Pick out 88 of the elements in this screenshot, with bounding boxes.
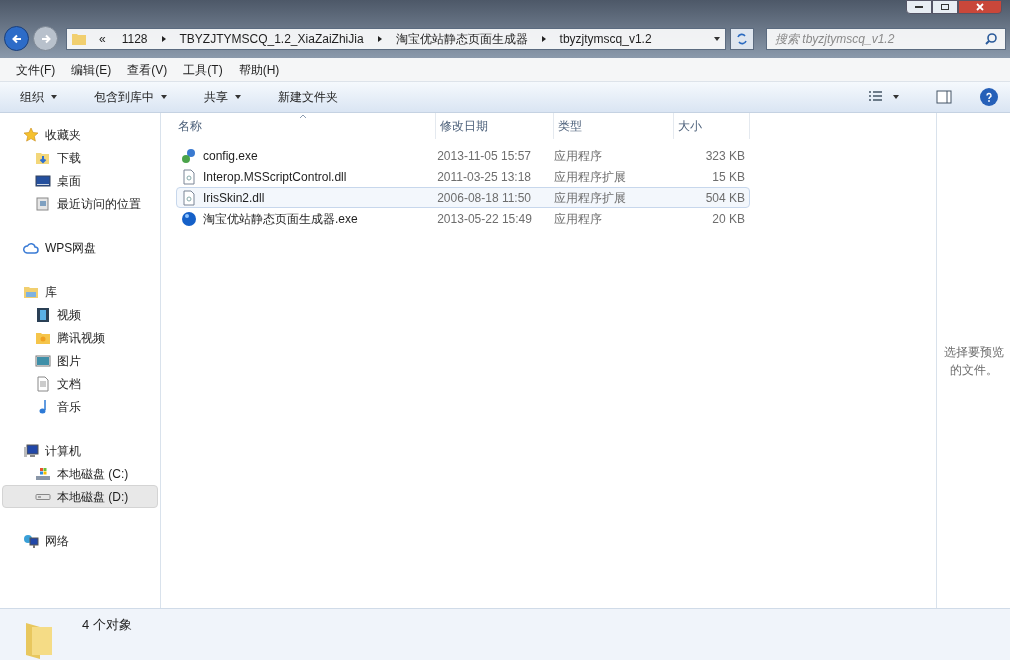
pane-icon [936,89,952,105]
system-drive-icon [35,465,51,482]
help-button[interactable] [980,88,998,106]
navigation-item[interactable]: 本地磁盘 (C:) [2,462,158,485]
navigation-item[interactable]: 本地磁盘 (D:) [2,485,158,508]
file-row[interactable]: config.exe 2013-11-05 15:57 应用程序 323 KB [176,145,750,166]
toolbar-button[interactable]: 共享 [196,88,250,106]
menu-item[interactable]: 编辑(E) [63,60,120,79]
column-header[interactable]: 修改日期 [436,113,554,139]
size-cell-text: 323 KB [704,147,746,165]
file-name: config.exe [203,147,258,165]
maximize-button[interactable] [932,0,958,14]
breadcrumb[interactable]: tbyzjtymscq_v1.2 [555,29,656,48]
arrow-left-icon [10,32,23,45]
file-row[interactable]: Interop.MSScriptControl.dll 2011-03-25 13:18 应用程序扩展 15 KB [176,166,750,187]
menu-item[interactable]: 帮助(H) [230,60,288,79]
date-cell-text: 2011-03-25 13:18 [437,168,533,186]
refresh-button[interactable] [730,27,754,50]
breadcrumb[interactable]: 1128 [117,29,152,48]
navigation-item[interactable]: 图片 [2,349,158,372]
caret-icon [713,36,721,41]
navigation-item[interactable]: 计算机 [2,439,158,462]
navigation-item[interactable]: 视频 [2,303,158,326]
navigation-item[interactable]: WPS网盘 [2,236,158,259]
refresh-icon [735,31,749,46]
close-button[interactable] [958,0,1002,14]
item-count: 4 个对象 [82,616,132,634]
network-icon [23,532,39,549]
type-cell-text: 应用程序 [554,210,604,228]
menu-item[interactable]: 工具(T) [175,60,231,79]
recent-places-icon [35,195,51,212]
type-cell-text: 应用程序扩展 [554,168,628,186]
file-name: IrisSkin2.dll [203,189,265,207]
arrow-right-icon [39,32,52,45]
toolbar-button[interactable]: 新建文件夹 [270,88,346,106]
picture-icon [35,352,51,369]
forward-button[interactable] [33,26,58,51]
date-cell-text: 2013-05-22 15:49 [437,210,533,228]
monitor-icon [35,172,51,189]
toolbar-button[interactable]: 组织 [12,88,66,106]
breadcrumb[interactable]: TBYZJTYMSCQ_1.2_XiaZaiZhiJia [175,29,368,48]
menu-item[interactable]: 文件(F) [8,60,64,79]
breadcrumb[interactable]: « [95,29,110,48]
navigation-item[interactable]: 收藏夹 [2,123,158,146]
type-cell-text: 应用程序 [554,147,604,165]
close-icon [976,3,984,11]
type-cell-text: 应用程序扩展 [554,189,628,207]
file-row[interactable]: IrisSkin2.dll 2006-08-18 11:50 应用程序扩展 504 KB [176,187,750,208]
size-cell-text: 504 KB [704,189,746,207]
menu-item[interactable]: 查看(V) [119,60,176,79]
file-icon [181,168,197,185]
chevron-right-icon [375,34,384,43]
size-cell-text: 15 KB [711,168,746,186]
preview-message: 选择要预览的文件。 [942,343,1005,379]
back-button[interactable] [4,26,29,51]
film-icon [35,306,51,323]
toolbar-button[interactable]: 包含到库中 [86,88,176,106]
date-cell-text: 2013-11-05 15:57 [437,147,533,165]
drive-icon [35,493,51,500]
column-header[interactable]: 类型 [554,113,674,139]
computer-icon [23,442,39,459]
file-row[interactable]: 淘宝优站静态页面生成器.exe 2013-05-22 15:49 应用程序 20 KB [176,208,750,229]
star-icon [23,126,39,143]
search-icon [984,31,998,46]
document-icon [35,375,51,392]
file-icon [181,189,197,206]
navigation-item[interactable]: 文档 [2,372,158,395]
navigation-item[interactable]: 最近访问的位置 [2,192,158,215]
file-name: 淘宝优站静态页面生成器.exe [203,210,358,228]
navigation-item[interactable]: 库 [2,280,158,303]
navigation-item[interactable]: 腾讯视频 [2,326,158,349]
breadcrumb[interactable]: 淘宝优站静态页面生成器 [391,29,532,48]
chevron-right-icon [539,34,548,43]
caret-icon [892,95,900,99]
minimize-button[interactable] [906,0,932,14]
column-header[interactable]: 名称 [174,113,436,139]
date-cell-text: 2006-08-18 11:50 [437,189,533,207]
navigation-item[interactable]: 下载 [2,146,158,169]
navigation-item[interactable]: 网络 [2,529,158,552]
search-field[interactable]: 搜索 tbyzjtymscq_v1.2 [766,27,1006,50]
size-cell-text: 20 KB [711,210,746,228]
address-bar[interactable]: « 1128 TBYZJTYMSCQ_1.2_XiaZaiZhiJia 淘宝优站静态页面生成器 tbyzjtymscq_v1.2 [66,27,726,50]
column-header[interactable]: 大小 [674,113,750,139]
navigation-item[interactable]: 桌面 [2,169,158,192]
sphere-icon [181,210,197,227]
chevron-right-icon [159,34,168,43]
navigation-item[interactable]: 音乐 [2,395,158,418]
file-name: Interop.MSScriptControl.dll [203,168,347,186]
